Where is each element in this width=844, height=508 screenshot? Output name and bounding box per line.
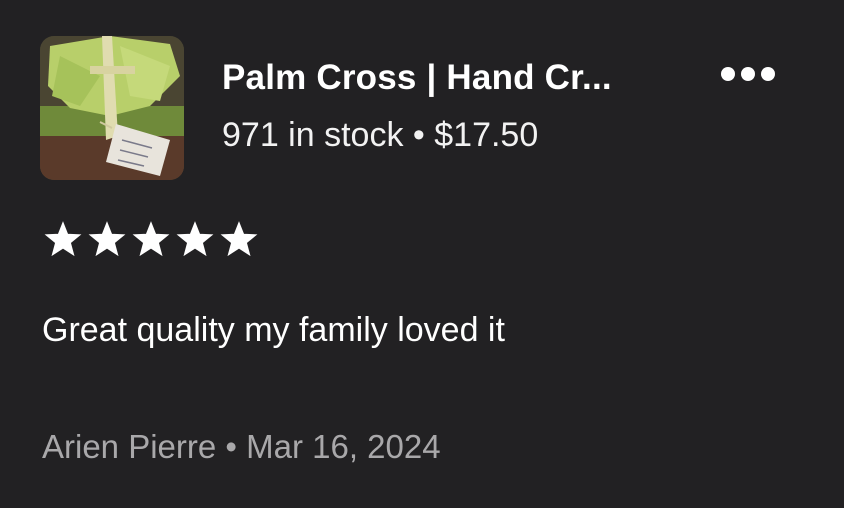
star-icon — [176, 221, 214, 257]
footer-separator: • — [216, 428, 247, 465]
review-date: Mar 16, 2024 — [246, 428, 441, 465]
star-icon — [44, 221, 82, 257]
star-icon — [220, 221, 258, 257]
palm-cross-image — [40, 36, 184, 180]
product-price: $17.50 — [434, 116, 539, 154]
more-horizontal-icon-dot — [761, 67, 775, 81]
more-horizontal-icon-dot — [741, 67, 755, 81]
product-meta: 971 in stock • $17.50 — [222, 116, 538, 155]
review-footer: Arien Pierre • Mar 16, 2024 — [42, 428, 441, 466]
star-icon — [88, 221, 126, 257]
stock-count: 971 in stock — [222, 116, 404, 154]
more-horizontal-icon — [721, 67, 735, 81]
review-author[interactable]: Arien Pierre — [42, 428, 216, 465]
meta-separator: • — [403, 116, 435, 154]
star-icon — [132, 221, 170, 257]
product-title[interactable]: Palm Cross | Hand Cr... — [222, 58, 612, 98]
product-image[interactable] — [40, 36, 184, 180]
review-text: Great quality my family loved it — [42, 311, 505, 349]
more-options-button[interactable] — [712, 56, 784, 92]
review-card: Palm Cross | Hand Cr... 971 in stock • $… — [0, 0, 844, 508]
star-rating — [44, 221, 258, 259]
